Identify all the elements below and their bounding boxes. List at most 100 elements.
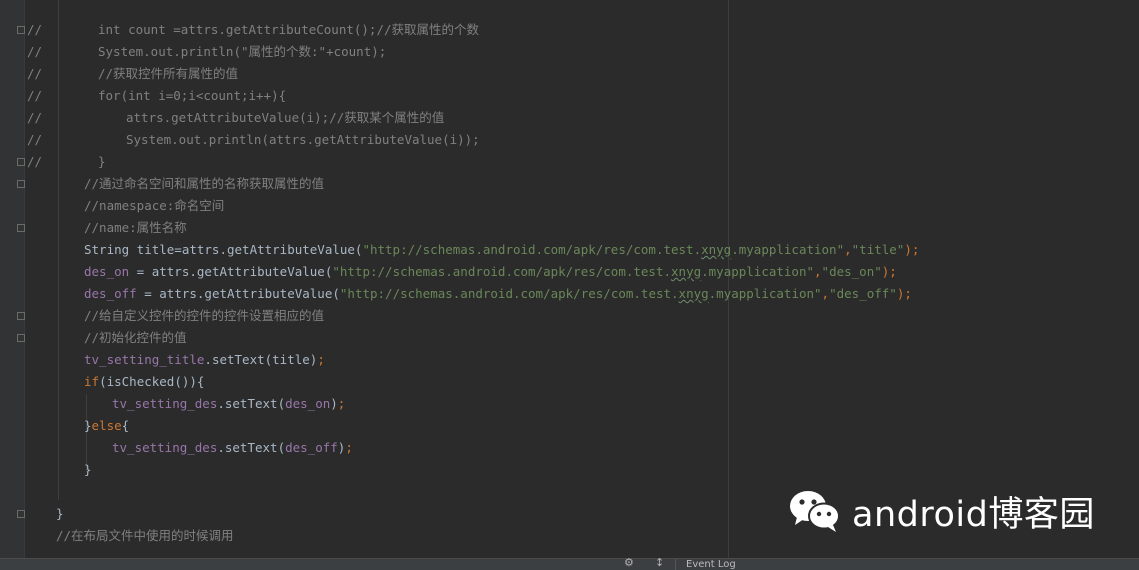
code-text: attrs.getAttributeValue(i);//获取某个属性的值 xyxy=(126,107,444,129)
code-text: } xyxy=(84,459,92,481)
comment-marker: // xyxy=(27,110,43,125)
code-text: System.out.println(attrs.getAttributeVal… xyxy=(126,129,480,151)
code-token: = attrs.getAttributeValue( xyxy=(129,264,333,279)
code-token: tv_setting_des xyxy=(112,396,218,411)
code-text: //name:属性名称 xyxy=(84,217,187,239)
status-bar: ⚙ ↕ Event Log xyxy=(0,556,1139,570)
code-token: "title" xyxy=(851,242,905,257)
code-token: //初始化控件的值 xyxy=(84,330,187,345)
code-token: if xyxy=(84,374,100,389)
code-token: //在布局文件中使用的时候调用 xyxy=(56,528,234,543)
code-line[interactable]: }else{ xyxy=(0,415,1139,437)
code-line[interactable]: tv_setting_title.setText(title); xyxy=(0,349,1139,371)
code-text: des_on = attrs.getAttributeValue("http:/… xyxy=(84,261,897,283)
code-line[interactable]: // attrs.getAttributeValue(i);//获取某个属性的值 xyxy=(0,107,1139,129)
code-line[interactable]: // //获取控件所有属性的值 xyxy=(0,63,1139,85)
gear-icon[interactable]: ⚙ xyxy=(624,556,634,569)
code-line[interactable]: //name:属性名称 xyxy=(0,217,1139,239)
code-text: int count =attrs.getAttributeCount();//获… xyxy=(98,19,479,41)
code-token: des_off xyxy=(84,286,137,301)
code-token: //获取控件所有属性的值 xyxy=(98,66,239,81)
code-token: , xyxy=(844,242,852,257)
code-token: } xyxy=(84,418,92,433)
code-token: ; xyxy=(337,396,346,411)
code-token: xnyg xyxy=(678,286,709,301)
code-token: ); xyxy=(881,264,897,279)
comment-marker: // xyxy=(27,132,43,147)
code-text: //namespace:命名空间 xyxy=(84,195,224,217)
code-line[interactable]: //初始化控件的值 xyxy=(0,327,1139,349)
code-token: "http://schemas.android.com/apk/res/com.… xyxy=(332,264,672,279)
code-token: xnyg xyxy=(701,242,732,257)
comment-marker: // xyxy=(27,154,43,169)
code-token: //name:属性名称 xyxy=(84,220,187,235)
code-token: .setText(title) xyxy=(204,352,318,367)
code-line[interactable]: //给自定义控件的控件的控件设置相应的值 xyxy=(0,305,1139,327)
code-text: //在布局文件中使用的时候调用 xyxy=(56,525,234,547)
code-token: des_off xyxy=(285,440,338,455)
code-line[interactable]: if(isChecked()){ xyxy=(0,371,1139,393)
code-line[interactable]: tv_setting_des.setText(des_off); xyxy=(0,437,1139,459)
code-token: //namespace:命名空间 xyxy=(84,198,225,213)
code-token: , xyxy=(821,286,830,301)
wechat-icon xyxy=(788,487,844,536)
code-text: }else{ xyxy=(84,415,129,437)
code-token: ); xyxy=(896,286,912,301)
code-line[interactable]: tv_setting_des.setText(des_on); xyxy=(0,393,1139,415)
code-text: for(int i=0;i<count;i++){ xyxy=(98,85,286,107)
code-token: xnyg xyxy=(671,264,702,279)
event-log-button[interactable]: Event Log xyxy=(686,559,736,570)
code-token: , xyxy=(814,264,822,279)
code-token: int count =attrs.getAttributeCount();//获… xyxy=(98,22,480,37)
code-token: "http://schemas.android.com/apk/res/com.… xyxy=(339,286,679,301)
code-text: System.out.println("属性的个数:"+count); xyxy=(98,41,386,63)
code-token: tv_setting_title xyxy=(84,352,205,367)
status-separator xyxy=(675,559,676,570)
code-text: des_off = attrs.getAttributeValue("http:… xyxy=(84,283,912,305)
code-token: { xyxy=(121,418,130,433)
code-token: ; xyxy=(317,352,325,367)
code-text: tv_setting_title.setText(title); xyxy=(84,349,325,371)
code-token: .setText( xyxy=(217,396,286,411)
code-token: attrs.getAttributeValue(i);//获取某个属性的值 xyxy=(126,110,445,125)
pin-icon[interactable]: ↕ xyxy=(655,556,664,569)
code-line[interactable]: //namespace:命名空间 xyxy=(0,195,1139,217)
code-line[interactable]: // for(int i=0;i<count;i++){ xyxy=(0,85,1139,107)
code-line[interactable]: //通过命名空间和属性的名称获取属性的值 xyxy=(0,173,1139,195)
comment-marker: // xyxy=(27,44,43,59)
code-text: tv_setting_des.setText(des_off); xyxy=(112,437,353,459)
code-text: } xyxy=(56,503,64,525)
watermark: android博客园 xyxy=(788,487,1095,536)
code-token: ) xyxy=(330,396,338,411)
comment-marker: // xyxy=(27,88,43,103)
code-token: else xyxy=(91,418,122,433)
code-line[interactable]: des_off = attrs.getAttributeValue("http:… xyxy=(0,283,1139,305)
code-line[interactable]: //} xyxy=(0,151,1139,173)
watermark-text: android博客园 xyxy=(852,494,1095,535)
code-token: .myapplication" xyxy=(731,242,845,257)
code-text: } xyxy=(98,151,106,173)
code-text: if(isChecked()){ xyxy=(84,371,204,393)
code-line[interactable]: String title=attrs.getAttributeValue("ht… xyxy=(0,239,1139,261)
code-line[interactable]: des_on = attrs.getAttributeValue("http:/… xyxy=(0,261,1139,283)
code-line[interactable]: // int count =attrs.getAttributeCount();/… xyxy=(0,19,1139,41)
code-token: des_on xyxy=(285,396,331,411)
code-token: } xyxy=(98,154,106,169)
code-line[interactable]: } xyxy=(0,459,1139,481)
code-line[interactable]: // System.out.println(attrs.getAttributeV… xyxy=(0,129,1139,151)
code-token: //给自定义控件的控件的控件设置相应的值 xyxy=(84,308,325,323)
code-token: (isChecked()){ xyxy=(99,374,205,389)
code-token: .myapplication" xyxy=(701,264,815,279)
code-token: = attrs.getAttributeValue( xyxy=(136,286,340,301)
code-token: .setText( xyxy=(217,440,286,455)
code-token: //通过命名空间和属性的名称获取属性的值 xyxy=(84,176,325,191)
code-line[interactable]: // System.out.println("属性的个数:"+count); xyxy=(0,41,1139,63)
code-token: for(int i=0;i<count;i++){ xyxy=(98,88,287,103)
code-token: des_on xyxy=(84,264,130,279)
code-token: "http://schemas.android.com/apk/res/com.… xyxy=(362,242,702,257)
code-token: String title=attrs.getAttributeValue( xyxy=(84,242,363,257)
code-token: "des_on" xyxy=(821,264,882,279)
code-token: .myapplication" xyxy=(708,286,822,301)
code-token: } xyxy=(56,506,64,521)
code-token: System.out.println(attrs.getAttributeVal… xyxy=(126,132,480,147)
